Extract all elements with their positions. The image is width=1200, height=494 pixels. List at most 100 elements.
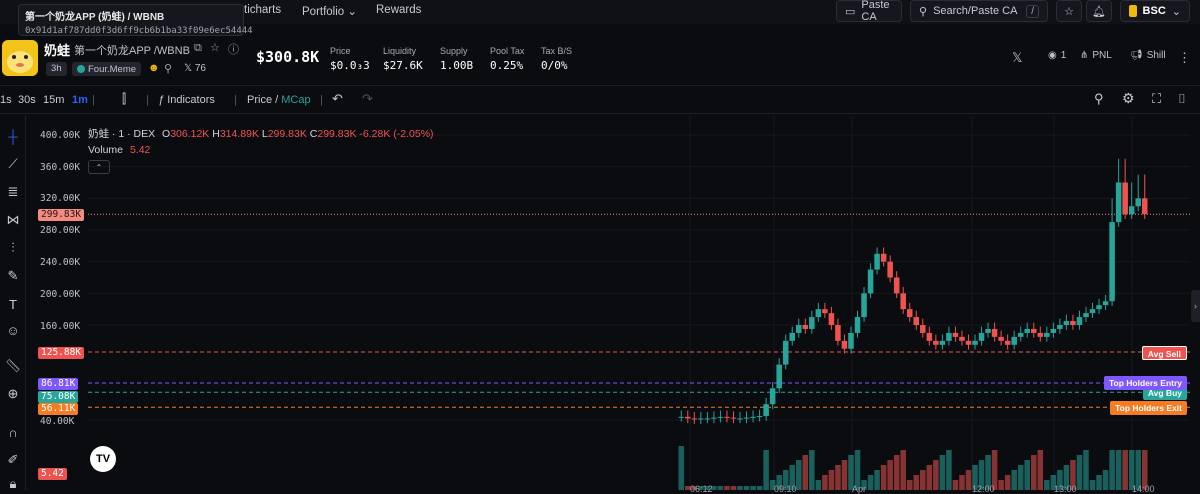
candle bbox=[763, 404, 769, 417]
function-icon: ƒ bbox=[158, 94, 165, 106]
candle bbox=[965, 340, 972, 345]
timeframe-15m[interactable]: 15m bbox=[43, 94, 64, 106]
redo-icon[interactable]: ↷ bbox=[362, 91, 373, 107]
search-icon[interactable]: ⚲ bbox=[164, 62, 172, 75]
forecast-icon[interactable]: ⫶ bbox=[3, 238, 23, 258]
volume-bar bbox=[1031, 455, 1037, 490]
stat-pool-tax: Pool Tax 0.25% bbox=[490, 46, 525, 72]
info-icon[interactable]: ⓘ bbox=[228, 41, 239, 57]
volume-bar bbox=[1122, 450, 1128, 490]
x-tick: Apr bbox=[852, 484, 867, 494]
zoom-icon[interactable]: ⚲ bbox=[1094, 91, 1104, 107]
candle bbox=[978, 332, 985, 341]
legend-close: 299.83K bbox=[317, 128, 357, 140]
pattern-icon[interactable]: ⋈ bbox=[3, 210, 23, 230]
timeframe-1m[interactable]: 1m bbox=[72, 94, 88, 106]
volume-bar bbox=[1044, 480, 1050, 490]
pnl-button[interactable]: ⋔ PNL bbox=[1080, 50, 1112, 61]
chart-toolbar: 1s 30s 15m 1m | ⫿ | ƒ Indicators | Price… bbox=[0, 88, 1200, 114]
volume-bar bbox=[1083, 450, 1089, 490]
avg-sell-badge: 125.88K bbox=[38, 347, 85, 359]
ruler-icon[interactable]: 📏︎ bbox=[3, 356, 23, 376]
y-tick: 40.00K bbox=[40, 416, 75, 427]
candle-type-icon[interactable]: ⫿ bbox=[122, 91, 126, 107]
paste-ca-button[interactable]: ▭ Paste CA bbox=[836, 0, 902, 23]
magnet-icon[interactable]: ∩ bbox=[3, 422, 23, 442]
bell-icon[interactable]: 🔔︎ bbox=[1086, 0, 1112, 22]
shill-button[interactable]: 📢︎ Shill bbox=[1130, 50, 1166, 61]
star-icon[interactable]: ☆ bbox=[1056, 0, 1082, 22]
volume-bar bbox=[822, 475, 828, 490]
lock-icon[interactable]: 🔒︎ bbox=[3, 474, 23, 494]
price-chart[interactable] bbox=[28, 116, 1190, 490]
indicators-button[interactable]: ƒ Indicators bbox=[158, 94, 215, 106]
volume-bar bbox=[887, 460, 893, 490]
lock-draw-icon[interactable]: ✐ bbox=[3, 450, 23, 470]
collapse-legend-button[interactable]: ⌃ bbox=[88, 160, 110, 174]
candle bbox=[1109, 222, 1115, 302]
candle bbox=[1063, 321, 1070, 325]
brush-icon[interactable]: ✎ bbox=[3, 266, 23, 286]
volume-bar bbox=[867, 475, 874, 490]
volume-bar bbox=[1037, 450, 1044, 490]
price-mcap-toggle[interactable]: Price / MCap bbox=[247, 94, 311, 106]
tooltip-title: 第一个奶龙APP (奶蛙) / WBNB bbox=[25, 12, 165, 23]
volume-bar bbox=[809, 450, 815, 490]
candle bbox=[1057, 325, 1063, 329]
side-panel-toggle[interactable]: › bbox=[1191, 290, 1200, 322]
timeframe-1s[interactable]: 1s bbox=[0, 94, 12, 106]
more-icon[interactable]: ⋮ bbox=[1178, 50, 1191, 66]
x-followers[interactable]: 𝕏 76 bbox=[184, 63, 206, 74]
candle bbox=[724, 416, 730, 418]
bsc-logo-icon bbox=[1129, 5, 1137, 17]
candle bbox=[952, 332, 959, 337]
candle bbox=[730, 417, 737, 419]
nav-link-portfolio[interactable]: Portfolio ⌄ bbox=[302, 4, 357, 18]
fullscreen-icon[interactable]: ⛶ bbox=[1152, 91, 1161, 107]
y-tick: 360.00K bbox=[40, 162, 81, 173]
fib-icon[interactable]: ≣ bbox=[3, 182, 23, 202]
chain-selector[interactable]: BSC ⌄ bbox=[1120, 0, 1190, 22]
candle bbox=[1017, 332, 1024, 337]
volume-bar bbox=[998, 480, 1004, 490]
undo-icon[interactable]: ↶ bbox=[332, 91, 343, 107]
watchers-button[interactable]: ◉ 1 bbox=[1048, 50, 1066, 61]
divider: | bbox=[234, 94, 237, 106]
launchpad-badge[interactable]: Four.Meme bbox=[72, 62, 142, 76]
camera-icon[interactable]: ⌷ bbox=[1178, 91, 1186, 107]
crosshair-icon[interactable]: ┼ bbox=[3, 126, 23, 146]
candle bbox=[920, 325, 926, 333]
legend-symbol: 奶蛙 · 1 · DEX bbox=[88, 128, 156, 140]
candle bbox=[1135, 198, 1141, 207]
emoji-icon[interactable]: ☻ bbox=[148, 62, 160, 74]
tooltip-address[interactable]: 0x91d1af787dd0f3d6ff9cb6b1ba33f09e6ec544… bbox=[25, 26, 253, 36]
avg-buy-badge: 75.08K bbox=[38, 391, 79, 403]
volume-value: 5.42 bbox=[129, 144, 151, 156]
volume-bar bbox=[874, 470, 880, 490]
settings-icon[interactable]: ⚙ bbox=[1122, 90, 1135, 107]
megaphone-icon: 📢︎ bbox=[1130, 50, 1143, 61]
candle bbox=[802, 325, 809, 329]
candle bbox=[717, 416, 724, 418]
star-icon[interactable]: ☆ bbox=[210, 41, 220, 54]
search-input[interactable]: ⚲ Search/Paste CA / bbox=[910, 0, 1048, 22]
x-icon[interactable]: 𝕏 bbox=[1012, 50, 1022, 66]
copy-icon[interactable]: ⧉ bbox=[194, 42, 202, 55]
volume-bar bbox=[763, 450, 769, 490]
trendline-icon[interactable]: ⟋ bbox=[3, 154, 23, 174]
top-holders-exit-badge: 56.11K bbox=[38, 403, 79, 415]
emoji-icon[interactable]: ☺ bbox=[3, 320, 23, 340]
text-icon[interactable]: T bbox=[3, 294, 23, 314]
nav-link-rewards[interactable]: Rewards bbox=[376, 4, 421, 16]
timeframe-30s[interactable]: 30s bbox=[18, 94, 36, 106]
candle bbox=[880, 253, 887, 262]
volume-bar bbox=[880, 465, 887, 490]
token-header: 奶蛙 第一个奶龙APP /WBNB ⧉ ☆ ⓘ 3h Four.Meme ☻ ⚲… bbox=[0, 36, 1200, 86]
candle bbox=[887, 261, 893, 278]
candle bbox=[750, 416, 756, 418]
zoom-in-icon[interactable]: ⊕ bbox=[3, 384, 23, 404]
nav-link-charts[interactable]: ticharts bbox=[244, 4, 281, 16]
tradingview-logo[interactable]: TV bbox=[90, 446, 116, 472]
legend-low: 299.83K bbox=[267, 128, 307, 140]
candle bbox=[854, 317, 861, 333]
